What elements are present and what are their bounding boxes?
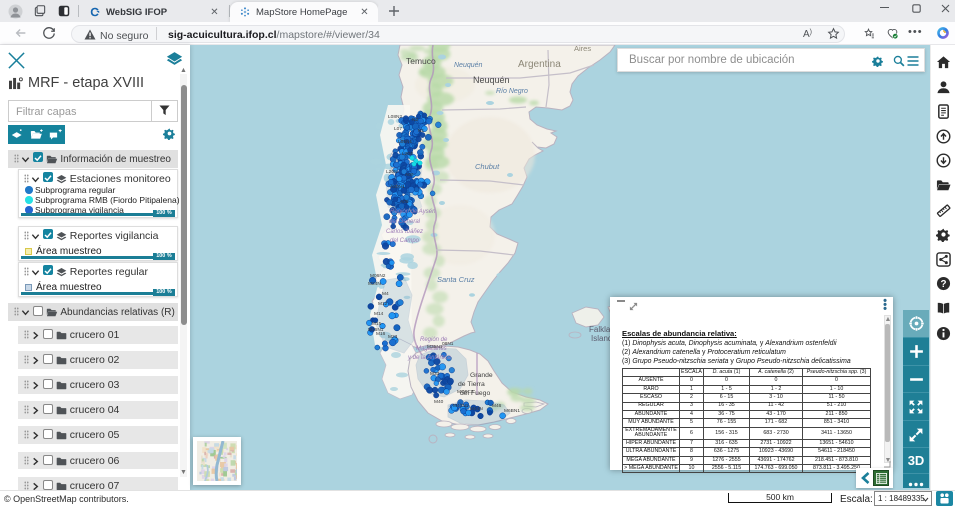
svg-text:Región de Aysén: Región de Aysén (390, 209, 436, 215)
svg-text:de Tierra: de Tierra (458, 381, 485, 388)
svg-text:M40N1: M40N1 (453, 403, 469, 409)
svg-text:Carlos Ibáñez: Carlos Ibáñez (386, 229, 423, 235)
svg-text:M35N1: M35N1 (427, 344, 443, 350)
svg-text:M46: M46 (492, 403, 502, 409)
svg-text:del General: del General (389, 219, 421, 225)
svg-text:M44N: M44N (470, 406, 483, 412)
svg-text:N2: N2 (412, 117, 418, 123)
svg-text:L07: L07 (394, 126, 402, 132)
svg-text:M24N: M24N (368, 281, 381, 287)
svg-text:M6BN1: M6BN1 (504, 408, 520, 414)
svg-text:A06: A06 (400, 199, 409, 205)
svg-text:Neuquén: Neuquén (473, 75, 510, 85)
svg-text:Temuco: Temuco (406, 56, 436, 66)
svg-text:Río Negro: Río Negro (496, 88, 528, 95)
svg-text:Aires: Aires (574, 45, 591, 53)
svg-text:M16N1: M16N1 (368, 327, 384, 333)
svg-text:M40: M40 (434, 399, 444, 405)
svg-text:M23: M23 (388, 334, 398, 340)
svg-text:Argentina: Argentina (518, 59, 561, 70)
svg-text:M12: M12 (378, 301, 388, 307)
svg-text:Chubut: Chubut (475, 162, 500, 171)
svg-text:L05N1: L05N1 (398, 139, 412, 145)
svg-text:Santa Cruz: Santa Cruz (437, 275, 475, 284)
svg-text:?: ? (940, 279, 946, 290)
svg-text:A09: A09 (405, 172, 414, 178)
svg-text:L204: L204 (402, 151, 413, 157)
svg-text:N1: N1 (418, 128, 424, 134)
svg-text:M15: M15 (372, 321, 382, 327)
svg-text:M06N2: M06N2 (370, 273, 386, 279)
svg-text:08N1: 08N1 (442, 341, 454, 347)
svg-text:MQ9C3: MQ9C3 (457, 389, 474, 395)
svg-text:Neuquén: Neuquén (454, 62, 483, 69)
svg-text:del Campo: del Campo (390, 238, 420, 244)
svg-text:Grande: Grande (470, 372, 493, 379)
svg-text:A20N1: A20N1 (390, 184, 405, 190)
svg-text:L08N2: L08N2 (388, 114, 402, 120)
svg-text:M33: M33 (430, 371, 440, 377)
svg-text:M14: M14 (374, 311, 384, 317)
svg-text:y de la Antártica: y de la Antártica (407, 355, 451, 361)
svg-text:M4: M4 (382, 291, 389, 297)
svg-text:L20N: L20N (386, 169, 398, 175)
